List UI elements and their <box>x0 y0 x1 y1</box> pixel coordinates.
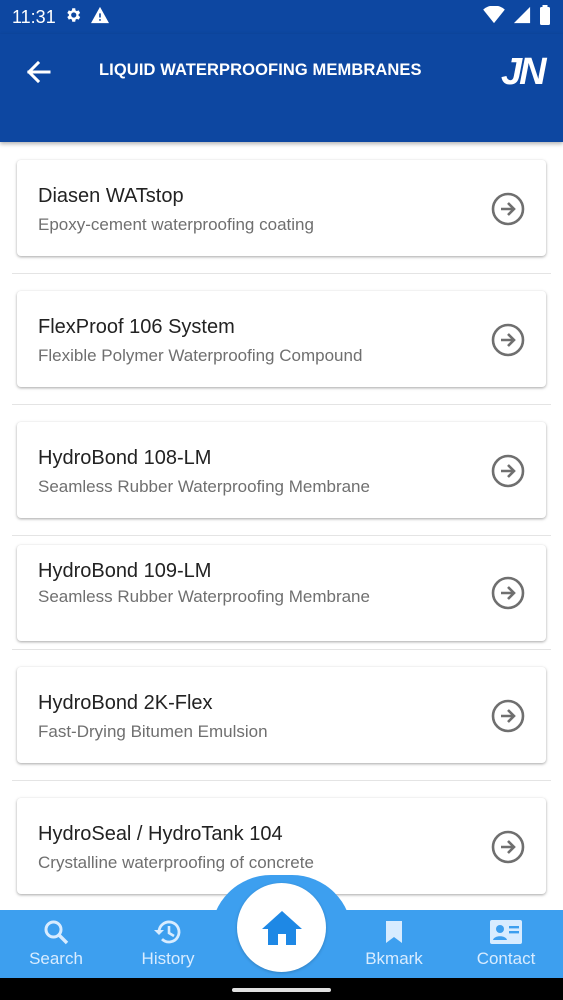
warning-icon <box>90 6 110 29</box>
svg-text:JN: JN <box>501 51 548 92</box>
nav-history[interactable]: History <box>113 910 223 978</box>
product-title: HydroBond 108-LM <box>38 447 212 469</box>
product-title: HydroBond 2K-Flex <box>38 692 213 714</box>
arrow-circle-right-icon[interactable] <box>491 454 525 488</box>
page-title: LIQUID WATERPROOFING MEMBRANES <box>99 61 422 79</box>
nav-search[interactable]: Search <box>1 910 111 978</box>
product-card[interactable]: Diasen WATstop Epoxy-cement waterproofin… <box>17 160 546 256</box>
divider <box>12 649 551 650</box>
nav-contact[interactable]: Contact <box>451 910 561 978</box>
status-bar: 11:31 <box>0 0 563 34</box>
contact-card-icon <box>490 920 522 944</box>
signal-icon <box>513 6 531 29</box>
product-title: HydroSeal / HydroTank 104 <box>38 823 283 845</box>
home-button[interactable] <box>237 883 326 972</box>
search-icon <box>44 920 69 945</box>
bookmark-icon <box>386 921 402 943</box>
product-list: Diasen WATstop Epoxy-cement waterproofin… <box>0 142 563 910</box>
product-card[interactable]: FlexProof 106 System Flexible Polymer Wa… <box>17 291 546 387</box>
divider <box>12 535 551 536</box>
product-title: Diasen WATstop <box>38 185 184 207</box>
product-subtitle: Fast-Drying Bitumen Emulsion <box>38 722 268 741</box>
arrow-circle-right-icon[interactable] <box>491 830 525 864</box>
product-subtitle: Seamless Rubber Waterproofing Membrane <box>38 477 370 496</box>
arrow-circle-right-icon[interactable] <box>491 699 525 733</box>
jn-logo: JN <box>501 48 551 93</box>
product-title: FlexProof 106 System <box>38 316 235 338</box>
arrow-circle-right-icon[interactable] <box>491 576 525 610</box>
status-time: 11:31 <box>12 6 56 27</box>
gesture-handle[interactable] <box>232 988 331 992</box>
product-card[interactable]: HydroBond 109-LM Seamless Rubber Waterpr… <box>17 545 546 641</box>
arrow-circle-right-icon[interactable] <box>491 192 525 226</box>
home-icon <box>261 910 302 945</box>
product-card[interactable]: HydroBond 2K-Flex Fast-Drying Bitumen Em… <box>17 667 546 763</box>
gear-icon <box>64 6 82 29</box>
nav-bookmark[interactable]: Bkmark <box>339 910 449 978</box>
product-subtitle: Seamless Rubber Waterproofing Membrane <box>38 587 370 606</box>
product-card[interactable]: HydroBond 108-LM Seamless Rubber Waterpr… <box>17 422 546 518</box>
nav-history-label: History <box>141 949 195 968</box>
battery-icon <box>539 4 551 30</box>
gesture-bar <box>0 978 563 1000</box>
app-bar: LIQUID WATERPROOFING MEMBRANES JN <box>0 34 563 142</box>
arrow-back-icon <box>26 60 51 84</box>
nav-contact-label: Contact <box>476 949 536 968</box>
product-subtitle: Crystalline waterproofing of concrete <box>38 853 314 872</box>
product-subtitle: Flexible Polymer Waterproofing Compound <box>38 346 363 365</box>
divider <box>12 273 551 274</box>
nav-search-label: Search <box>29 949 83 968</box>
history-icon <box>154 920 181 944</box>
product-subtitle: Epoxy-cement waterproofing coating <box>38 215 314 234</box>
divider <box>12 404 551 405</box>
wifi-icon <box>483 4 505 29</box>
nav-bookmark-label: Bkmark <box>365 949 423 968</box>
product-title: HydroBond 109-LM <box>38 560 212 582</box>
arrow-circle-right-icon[interactable] <box>491 323 525 357</box>
back-button[interactable] <box>22 58 54 86</box>
divider <box>12 780 551 781</box>
